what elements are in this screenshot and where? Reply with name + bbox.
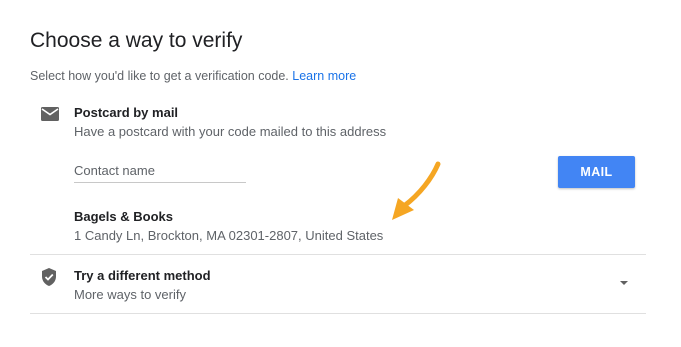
page-title: Choose a way to verify — [30, 29, 243, 52]
business-address: 1 Candy Ln, Brockton, MA 02301-2807, Uni… — [74, 228, 384, 243]
mail-option: Postcard by mail Have a postcard with yo… — [30, 104, 646, 254]
chevron-down-icon[interactable] — [620, 281, 628, 285]
business-name: Bagels & Books — [74, 209, 173, 224]
verify-page: Choose a way to verify Select how you'd … — [30, 24, 646, 314]
bottom-divider — [30, 313, 646, 314]
mail-button[interactable]: MAIL — [558, 156, 635, 188]
different-method-option[interactable]: Try a different method More ways to veri… — [30, 255, 646, 313]
page-subtitle: Select how you'd like to get a verificat… — [30, 68, 646, 84]
contact-name-input[interactable] — [74, 158, 246, 183]
mail-icon — [40, 106, 60, 122]
mail-option-description: Have a postcard with your code mailed to… — [74, 124, 387, 139]
different-method-title: Try a different method — [74, 268, 211, 283]
different-method-description: More ways to verify — [74, 287, 186, 302]
shield-check-icon — [40, 267, 60, 286]
learn-more-link[interactable]: Learn more — [292, 69, 356, 83]
mail-option-title: Postcard by mail — [74, 105, 179, 120]
subtitle-text: Select how you'd like to get a verificat… — [30, 69, 289, 83]
